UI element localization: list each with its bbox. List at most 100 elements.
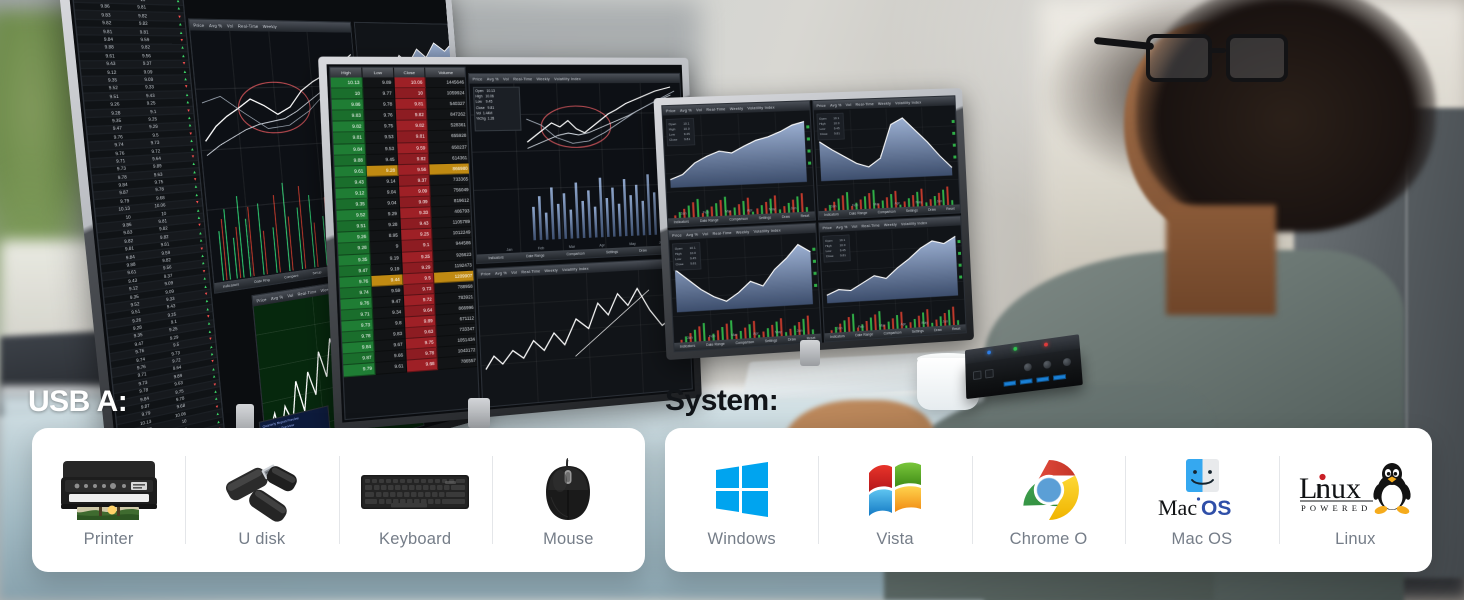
svg-text:9.81: 9.81 bbox=[684, 137, 691, 141]
chart-button[interactable]: Reset bbox=[946, 207, 955, 211]
system-item-label: Windows bbox=[707, 530, 776, 548]
chart-button[interactable]: Indicators bbox=[680, 344, 695, 349]
quote-change: ▲ bbox=[178, 29, 184, 35]
chart-button[interactable]: Date Range bbox=[526, 253, 545, 258]
system-item-windows[interactable]: Windows bbox=[665, 428, 818, 572]
system-item-vista[interactable]: Vista bbox=[818, 428, 971, 572]
hub-knob-3[interactable] bbox=[1062, 357, 1072, 367]
quote-cell: 9.84 bbox=[333, 143, 367, 156]
toolbar-item[interactable]: Price bbox=[472, 77, 482, 81]
toolbar-item[interactable]: Vol bbox=[846, 102, 852, 106]
toolbar-item[interactable]: Price bbox=[666, 108, 676, 112]
chart-button[interactable]: Settings bbox=[765, 338, 778, 343]
chart-button[interactable]: Settings bbox=[759, 216, 772, 221]
quote-column-header: Close bbox=[394, 67, 426, 78]
toolbar-item[interactable]: Real-Time bbox=[861, 223, 880, 228]
toolbar-item[interactable]: Vol bbox=[702, 232, 708, 236]
chart-button[interactable]: Draw bbox=[788, 337, 796, 342]
chart-button[interactable]: Reset bbox=[952, 327, 961, 332]
toolbar-item[interactable]: Weekly bbox=[730, 106, 744, 111]
toolbar-item[interactable]: Vol bbox=[503, 77, 509, 81]
svg-text:10.1: 10.1 bbox=[833, 116, 839, 120]
quote-cell: 9.88 bbox=[334, 154, 367, 167]
chart-button[interactable]: Settings bbox=[606, 250, 618, 255]
chart-button[interactable]: Indicators bbox=[830, 334, 845, 339]
usb-item-udisk[interactable]: U disk bbox=[185, 428, 338, 572]
usb-item-keyboard[interactable]: Keyboard bbox=[338, 428, 492, 572]
toolbar-item[interactable]: Real-Time bbox=[706, 107, 725, 112]
chart-button[interactable]: Indicators bbox=[674, 220, 689, 225]
chart-button[interactable]: Comparison bbox=[883, 330, 901, 335]
chart-button[interactable]: Indicators bbox=[824, 212, 839, 217]
toolbar-item[interactable]: Volatility Index bbox=[901, 221, 927, 226]
chart-button[interactable]: Reset bbox=[800, 214, 809, 219]
system-item-linux[interactable]: L nux POWERED Linux bbox=[1278, 428, 1432, 572]
hub-knob-2[interactable] bbox=[1043, 360, 1052, 370]
quote-symbol: 9.88 bbox=[104, 45, 115, 51]
svg-text:10.1: 10.1 bbox=[839, 238, 845, 242]
toolbar-item[interactable]: Avg % bbox=[830, 103, 842, 107]
chart-button[interactable]: Indicators bbox=[488, 255, 503, 260]
system-item-label: Chrome O bbox=[1009, 530, 1088, 548]
chart-button[interactable]: Date Range bbox=[855, 332, 873, 337]
chart-button[interactable]: Comparison bbox=[566, 251, 584, 256]
svg-text:10.1: 10.1 bbox=[689, 246, 696, 250]
quote-cell: 9.81 bbox=[395, 99, 427, 111]
toolbar-item[interactable]: Volatility Index bbox=[747, 105, 774, 110]
chart-button[interactable]: Comparison bbox=[729, 217, 748, 222]
month-tick-label: Feb bbox=[852, 203, 859, 208]
quote-cell: 9.77 bbox=[363, 88, 396, 100]
toolbar-item[interactable]: Avg % bbox=[686, 232, 698, 237]
hub-knob-1[interactable] bbox=[1023, 362, 1032, 372]
toolbar-item[interactable]: Vol bbox=[852, 224, 858, 228]
month-tick-label: Jun bbox=[936, 199, 943, 204]
eyeglasses-right-lens bbox=[1226, 34, 1288, 82]
usb-item-mouse[interactable]: Mouse bbox=[491, 428, 645, 572]
toolbar-item[interactable]: Weekly bbox=[878, 101, 891, 105]
quote-change: ▼ bbox=[188, 130, 194, 136]
month-tick-label: May bbox=[629, 241, 636, 247]
system-item-macos[interactable]: Mac OS Mac OS bbox=[1125, 428, 1278, 572]
toolbar-item[interactable]: Weekly bbox=[884, 222, 897, 227]
quote-change: ▲ bbox=[185, 99, 191, 105]
toolbar-item[interactable]: Vol bbox=[696, 107, 702, 111]
svg-text:Mac: Mac bbox=[1158, 495, 1197, 520]
quote-symbol: 9.43 bbox=[106, 61, 116, 67]
month-tick-label: Jun bbox=[790, 206, 797, 211]
toolbar-item[interactable]: Real-Time bbox=[712, 230, 731, 235]
quote-symbol: 9.81 bbox=[102, 28, 113, 35]
toolbar-item[interactable]: Weekly bbox=[736, 229, 750, 234]
chart-button[interactable]: Date Range bbox=[706, 342, 725, 347]
chart-button[interactable]: Draw bbox=[934, 328, 942, 333]
chart-button[interactable]: Draw bbox=[782, 215, 790, 219]
chart-button[interactable]: Date Range bbox=[849, 211, 867, 216]
toolbar-item[interactable]: Price bbox=[822, 225, 832, 230]
toolbar-item[interactable]: Real-Time bbox=[855, 102, 874, 107]
supported-systems-card: Windows Vista Chrome O Mac OS Mac OS L n… bbox=[665, 428, 1432, 572]
toolbar-item[interactable]: Volatility Index bbox=[895, 100, 921, 105]
chart-button[interactable]: Settings bbox=[906, 208, 918, 213]
chart-button[interactable]: Draw bbox=[928, 208, 936, 212]
toolbar-item[interactable]: Avg % bbox=[836, 225, 848, 230]
hub-usb-port-2 bbox=[1019, 378, 1033, 385]
toolbar-item[interactable]: Volatility Index bbox=[554, 77, 581, 81]
toolbar-item[interactable]: Weekly bbox=[536, 77, 550, 81]
toolbar-item[interactable]: Price bbox=[672, 233, 682, 238]
system-item-label: Mac OS bbox=[1171, 530, 1233, 548]
chart-button[interactable]: Date Range bbox=[700, 218, 719, 223]
chart-button[interactable]: Settings bbox=[912, 329, 924, 334]
toolbar-item[interactable]: Avg % bbox=[487, 77, 499, 81]
quote-cell: 9.78 bbox=[363, 99, 396, 111]
toolbar-item[interactable]: Real-Time bbox=[513, 77, 532, 81]
system-item-label: Linux bbox=[1335, 530, 1376, 548]
usb-item-printer[interactable]: Printer bbox=[32, 428, 185, 572]
toolbar-item[interactable]: Volatility Index bbox=[753, 228, 780, 233]
chart-button[interactable]: Comparison bbox=[878, 210, 896, 215]
quote-cell: 9.83 bbox=[332, 110, 365, 123]
chart-button[interactable]: Draw bbox=[639, 248, 647, 252]
system-item-chrome[interactable]: Chrome O bbox=[971, 428, 1125, 572]
quote-change: ▼ bbox=[186, 107, 191, 113]
toolbar-item[interactable]: Avg % bbox=[680, 108, 692, 113]
toolbar-item[interactable]: Price bbox=[816, 103, 826, 107]
chart-button[interactable]: Comparison bbox=[735, 340, 754, 345]
